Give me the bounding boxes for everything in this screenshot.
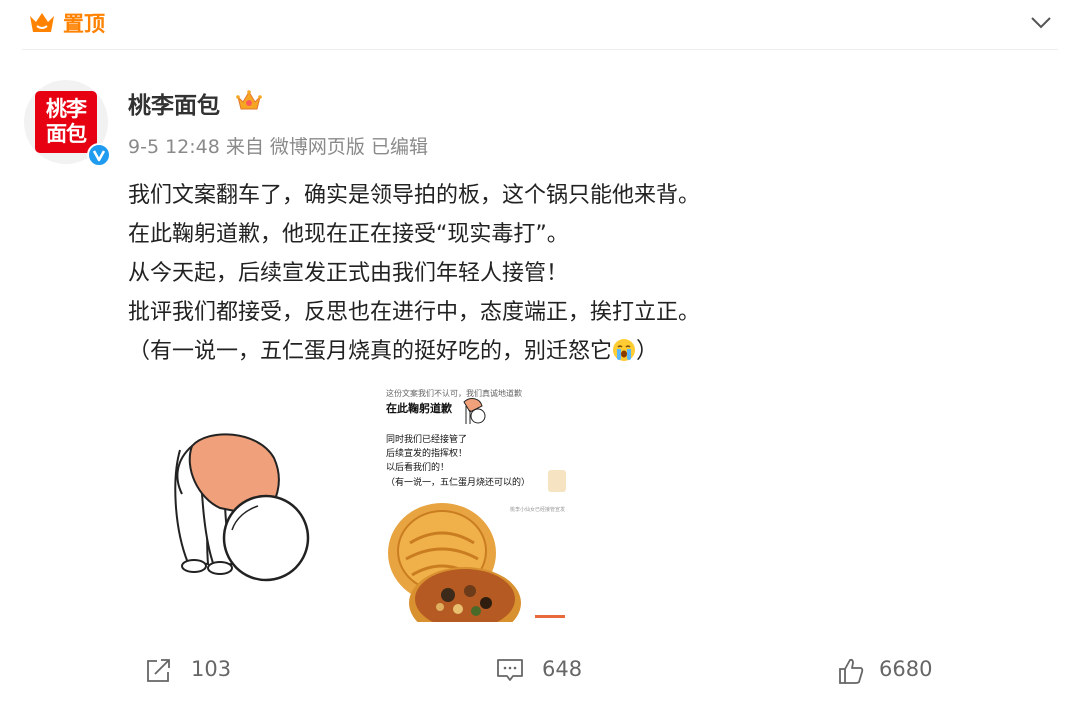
crown-icon: [236, 90, 262, 110]
poster-line: 以后看我们的！: [386, 463, 450, 473]
post-line: （有一说一，五仁蛋月烧真的挺好吃的，别迁怒它: [128, 339, 613, 364]
like-icon: [839, 658, 864, 684]
username[interactable]: 桃李面包: [128, 86, 220, 120]
pinned-label: 置顶: [63, 12, 105, 36]
poster-line: 后续宣发的指挥权！: [386, 449, 468, 459]
small-bowing-figure: [463, 398, 486, 424]
share-button[interactable]: 103: [145, 655, 265, 685]
poster-line-top: 这份文案我们不认可，我们真诚地道歉: [386, 389, 522, 398]
post-image-poster[interactable]: 这份文案我们不认可，我们真诚地道歉 在此鞠躬道歉 同时我们已经接管了 后续宣发的…: [370, 388, 604, 622]
post-line-last: （有一说一，五仁蛋月烧真的挺好吃的，别迁怒它 ）: [128, 332, 1048, 371]
post-line-end: ）: [636, 339, 659, 364]
post-content: 我们文案翻车了，确实是领导拍的板，这个锅只能他来背。 在此鞠躬道歉，他现在正在接…: [128, 176, 1048, 371]
post-line: 从今天起，后续宣发正式由我们年轻人接管！: [128, 261, 569, 286]
like-count: 6680: [879, 657, 933, 681]
comment-button[interactable]: 648: [496, 655, 616, 685]
mooncake-package-thumbnail: [548, 470, 566, 492]
post-image-bowing[interactable]: [128, 388, 362, 622]
comment-icon: [497, 659, 523, 681]
pin-crown-icon: [30, 13, 54, 32]
like-button[interactable]: 6680: [837, 655, 967, 685]
comment-count: 648: [542, 657, 583, 681]
post-line: 在此鞠躬道歉，他现在正在接受“现实毒打”。: [128, 222, 569, 247]
poster-line: 同时我们已经接管了: [386, 435, 468, 445]
mooncake-illustration: [388, 503, 565, 622]
avatar-logo-line1: 桃李: [46, 97, 87, 121]
post-line: 批评我们都接受，反思也在进行中，态度端正，挨打立正。: [128, 300, 701, 325]
pinned-header: 置顶: [0, 0, 1080, 50]
crying-emoji-icon: [613, 339, 636, 361]
poster-line: （有一说一，五仁蛋月烧还可以的）: [386, 478, 531, 488]
post-meta: 9-5 12:48 来自 微博网页版 已编辑: [128, 136, 428, 158]
verified-icon: [87, 143, 111, 167]
share-icon: [147, 659, 170, 682]
poster-title: 在此鞠躬道歉: [386, 402, 452, 415]
chevron-down-icon[interactable]: [1030, 12, 1052, 32]
bowing-figure-illustration: [174, 433, 310, 582]
header-divider: [22, 49, 1058, 50]
post-line: 我们文案翻车了，确实是领导拍的板，这个锅只能他来背。: [128, 183, 701, 208]
share-count: 103: [191, 657, 232, 681]
